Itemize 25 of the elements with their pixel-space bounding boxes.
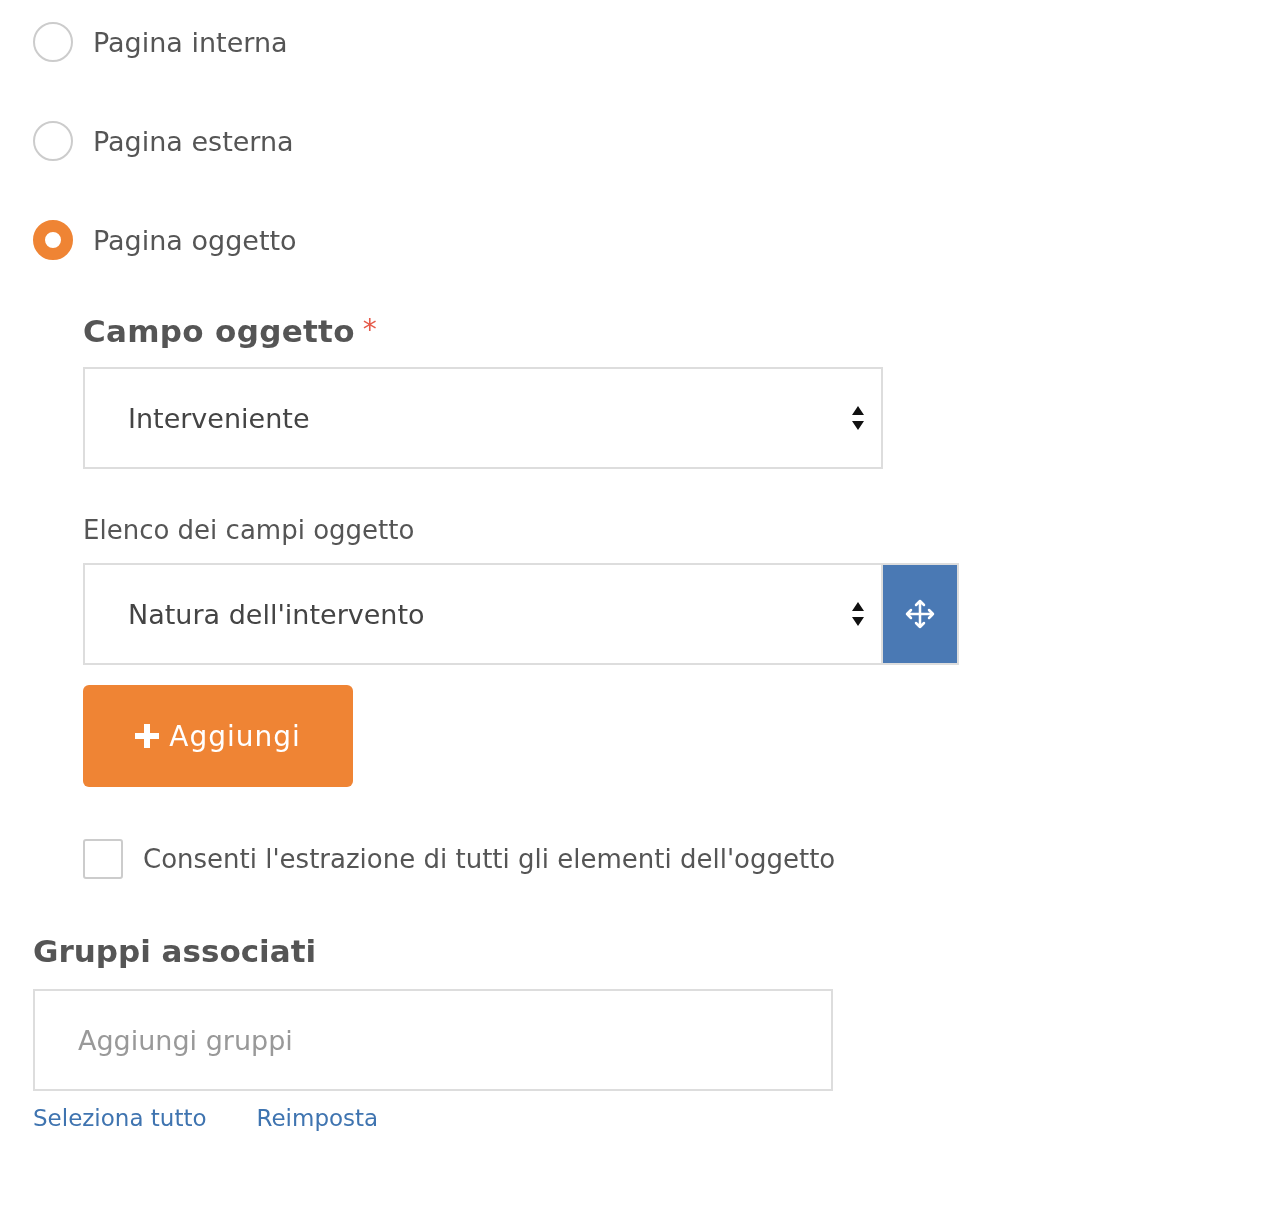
field-heading: Campo oggetto	[83, 313, 355, 349]
plus-icon	[135, 724, 160, 748]
checkbox-label: Consenti l'estrazione di tutti gli elementi dell'oggetto	[143, 844, 836, 874]
sort-arrows-icon	[851, 404, 865, 432]
text-link[interactable]: Seleziona tutto	[33, 1105, 207, 1131]
radio-label: Pagina interna	[93, 26, 288, 58]
section-heading: Gruppi associati	[33, 933, 318, 969]
sort-arrows-icon	[851, 600, 865, 628]
select-field[interactable]: Natura dell'intervento	[83, 563, 883, 665]
add-button[interactable]: Aggiungi	[83, 685, 353, 787]
radio-button[interactable]	[33, 22, 73, 62]
radio-button[interactable]	[33, 220, 73, 260]
radio-button[interactable]	[33, 121, 73, 161]
text-link[interactable]: Reimposta	[256, 1105, 379, 1131]
checkbox[interactable]	[83, 839, 123, 879]
drag-handle[interactable]	[883, 563, 959, 665]
field-label: Elenco dei campi oggetto	[83, 515, 416, 545]
radio-label: Pagina oggetto	[93, 224, 297, 256]
input-field[interactable]: Aggiungi gruppi	[33, 989, 833, 1091]
move-icon	[904, 598, 936, 630]
required-mark: *	[362, 313, 377, 346]
radio-label: Pagina esterna	[93, 125, 294, 157]
select-field[interactable]: Interveniente	[83, 367, 883, 469]
select-value: Interveniente	[128, 402, 310, 434]
select-value: Natura dell'intervento	[128, 598, 425, 630]
